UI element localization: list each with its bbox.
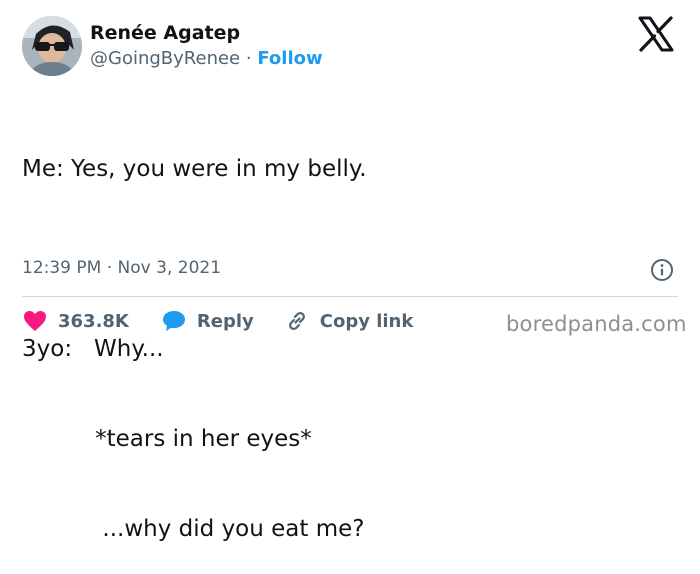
handle-separator: · [245,48,252,69]
tweet-line: *tears in her eyes* [22,426,312,452]
speech-bubble-icon [162,311,185,331]
author-name[interactable]: Renée Agatep [90,22,240,44]
tweet-line: ...why did you eat me? [22,516,365,542]
tweet-timestamp[interactable]: 12:39 PM · Nov 3, 2021 [22,258,221,278]
tweet-line: 3yo: Why... [22,336,164,362]
tweet-time: 12:39 PM [22,258,102,278]
avatar-photo [22,16,82,76]
like-count: 363.8K [58,310,129,332]
divider [22,296,678,297]
action-bar: 363.8K Reply Copy link [22,308,413,334]
author-handle[interactable]: @GoingByRenee [90,48,240,69]
like-button[interactable]: 363.8K [22,309,129,333]
reply-button[interactable]: Reply [161,309,254,333]
tweet-date: Nov 3, 2021 [117,258,222,278]
info-icon[interactable] [650,258,674,282]
meta-separator: · [106,258,113,278]
copy-link-label: Copy link [319,310,414,332]
author-handle-row: @GoingByRenee · Follow [90,48,323,69]
avatar[interactable] [22,16,82,76]
x-logo-icon[interactable] [636,14,676,54]
heart-icon [24,311,46,331]
copy-link-button[interactable]: Copy link [284,309,414,333]
watermark: boredpanda.com [506,312,687,336]
link-icon [288,311,305,331]
tweet-line: Me: Yes, you were in my belly. [22,156,367,182]
reply-label: Reply [196,310,254,332]
follow-button[interactable]: Follow [257,48,322,69]
